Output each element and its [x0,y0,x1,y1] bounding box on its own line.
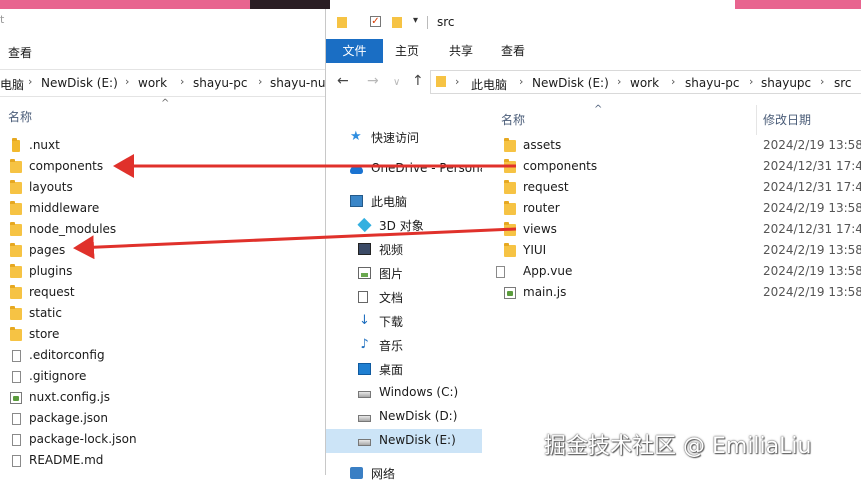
red-arrow [73,227,517,260]
annotation-arrows [73,154,517,260]
watermark: 掘金技术社区 @ EmiliaLiu [544,434,812,459]
